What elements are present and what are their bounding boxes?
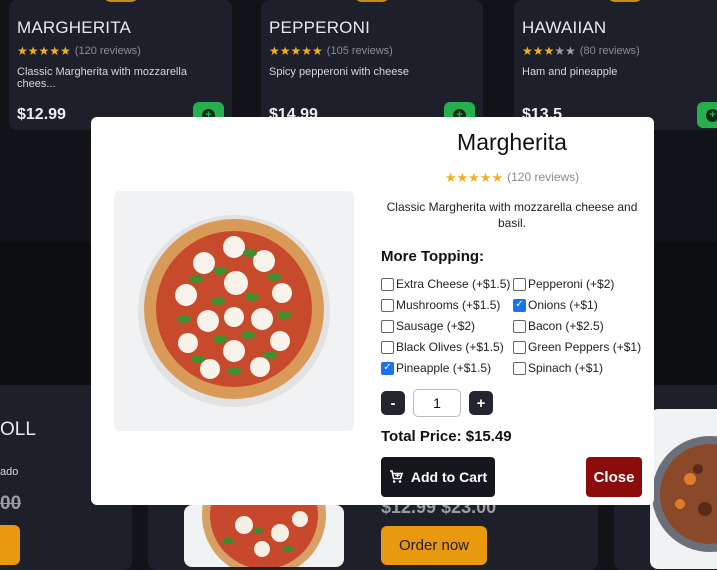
quantity-stepper: - 1 + — [381, 389, 493, 417]
checkbox[interactable] — [381, 298, 394, 312]
product-title: HAWAIIAN — [522, 18, 607, 37]
product-card-margherita[interactable]: MARGHERITA ★★★★★ (120 reviews) Classic M… — [9, 0, 232, 130]
product-rating: ★★★★★ (105 reviews) — [269, 44, 475, 58]
topping-label: Spinach (+$1) — [528, 361, 604, 375]
checkbox-checked[interactable]: ✓ — [513, 298, 526, 312]
product-card-pepperoni[interactable]: PEPPERONI ★★★★★ (105 reviews) Spicy pepp… — [261, 0, 483, 130]
topping-pineapple[interactable]: ✓ Pineapple (+$1.5) — [381, 361, 513, 375]
pizza-image-edge — [607, 0, 643, 2]
topping-pepperoni[interactable]: Pepperoni (+$2) — [513, 277, 647, 291]
toppings-heading: More Topping: — [381, 248, 485, 265]
topping-spinach[interactable]: Spinach (+$1) — [513, 361, 647, 375]
pizza-image — [114, 191, 354, 431]
review-count: (80 reviews) — [579, 45, 640, 57]
product-description: Ham and pineapple — [522, 66, 618, 78]
review-count: (120 reviews) — [507, 170, 580, 184]
checkbox[interactable] — [381, 340, 394, 354]
checkbox[interactable] — [513, 340, 526, 354]
topping-label: Black Olives (+$1.5) — [396, 340, 504, 354]
product-card-hawaiian[interactable]: HAWAIIAN ★★★★★ (80 reviews) Ham and pine… — [514, 0, 717, 130]
stew-image-svg — [652, 436, 717, 552]
order-now-button[interactable]: Order now — [381, 526, 487, 565]
checkbox[interactable] — [381, 277, 394, 291]
stew-image — [650, 409, 717, 569]
close-button[interactable]: Close — [586, 457, 642, 497]
checkbox[interactable] — [513, 277, 526, 291]
decrease-quantity-button[interactable]: - — [381, 391, 405, 415]
topping-green-peppers[interactable]: Green Peppers (+$1) — [513, 340, 647, 354]
pizza-image-svg — [202, 505, 326, 567]
checkbox[interactable] — [513, 361, 526, 375]
product-rating: ★★★★★ (120 reviews) — [17, 44, 224, 58]
add-to-cart-button[interactable]: + — [697, 102, 717, 128]
star-rating-icon: ★★★★★ — [17, 44, 71, 58]
topping-label: Pepperoni (+$2) — [528, 277, 615, 291]
pizza-image-edge — [354, 0, 390, 2]
review-count: (105 reviews) — [326, 45, 393, 57]
add-to-cart-label: Add to Cart — [410, 469, 488, 485]
modal-title: Margherita — [457, 129, 567, 155]
topping-sausage[interactable]: Sausage (+$2) — [381, 319, 513, 333]
review-count: (120 reviews) — [74, 45, 141, 57]
checkbox[interactable] — [513, 319, 526, 333]
margherita-pizza-svg — [138, 215, 330, 407]
topping-mushrooms[interactable]: Mushrooms (+$1.5) — [381, 298, 513, 312]
product-price: $12.99 — [17, 106, 66, 123]
toppings-list: Extra Cheese (+$1.5) Pepperoni (+$2) Mus… — [381, 277, 647, 375]
product-detail-modal: Margherita ★★★★★ (120 reviews) Classic M… — [91, 117, 654, 505]
increase-quantity-button[interactable]: + — [469, 391, 493, 415]
product-price: 00 — [0, 493, 22, 514]
topping-bacon[interactable]: Bacon (+$2.5) — [513, 319, 647, 333]
total-price: Total Price: $15.49 — [381, 428, 512, 445]
add-to-cart-button[interactable]: Add to Cart — [381, 457, 495, 497]
topping-label: Onions (+$1) — [528, 298, 598, 312]
cart-icon — [389, 470, 403, 483]
quantity-input[interactable]: 1 — [413, 389, 461, 417]
modal-description: Classic Margherita with mozzarella chees… — [386, 200, 638, 230]
product-rating: ★★★★★ (80 reviews) — [522, 44, 717, 58]
topping-onions[interactable]: ✓ Onions (+$1) — [513, 298, 647, 312]
modal-rating: ★★★★★ (120 reviews) — [381, 170, 643, 186]
product-title: MARGHERITA — [17, 18, 132, 37]
checkbox[interactable] — [381, 319, 394, 333]
product-title: OLL — [0, 419, 36, 440]
product-description: ado — [0, 466, 19, 478]
order-now-button[interactable] — [0, 525, 20, 565]
star-rating-icon: ★★★★★ — [444, 170, 504, 185]
topping-black-olives[interactable]: Black Olives (+$1.5) — [381, 340, 513, 354]
topping-label: Mushrooms (+$1.5) — [396, 298, 501, 312]
pizza-image — [184, 505, 344, 567]
product-description: Classic Margherita with mozzarella chees… — [17, 66, 187, 90]
topping-label: Bacon (+$2.5) — [528, 319, 604, 333]
topping-label: Sausage (+$2) — [396, 319, 476, 333]
pizza-image-edge — [102, 0, 139, 2]
topping-label: Extra Cheese (+$1.5) — [396, 277, 511, 291]
checkbox-checked[interactable]: ✓ — [381, 361, 394, 375]
topping-label: Pineapple (+$1.5) — [396, 361, 492, 375]
star-rating-icon: ★★★★★ — [522, 44, 576, 58]
topping-label: Green Peppers (+$1) — [528, 340, 642, 354]
product-title: PEPPERONI — [269, 18, 370, 37]
topping-extra-cheese[interactable]: Extra Cheese (+$1.5) — [381, 277, 513, 291]
product-description: Spicy pepperoni with cheese — [269, 66, 410, 78]
plus-icon: + — [706, 108, 717, 122]
star-rating-icon: ★★★★★ — [269, 44, 323, 58]
